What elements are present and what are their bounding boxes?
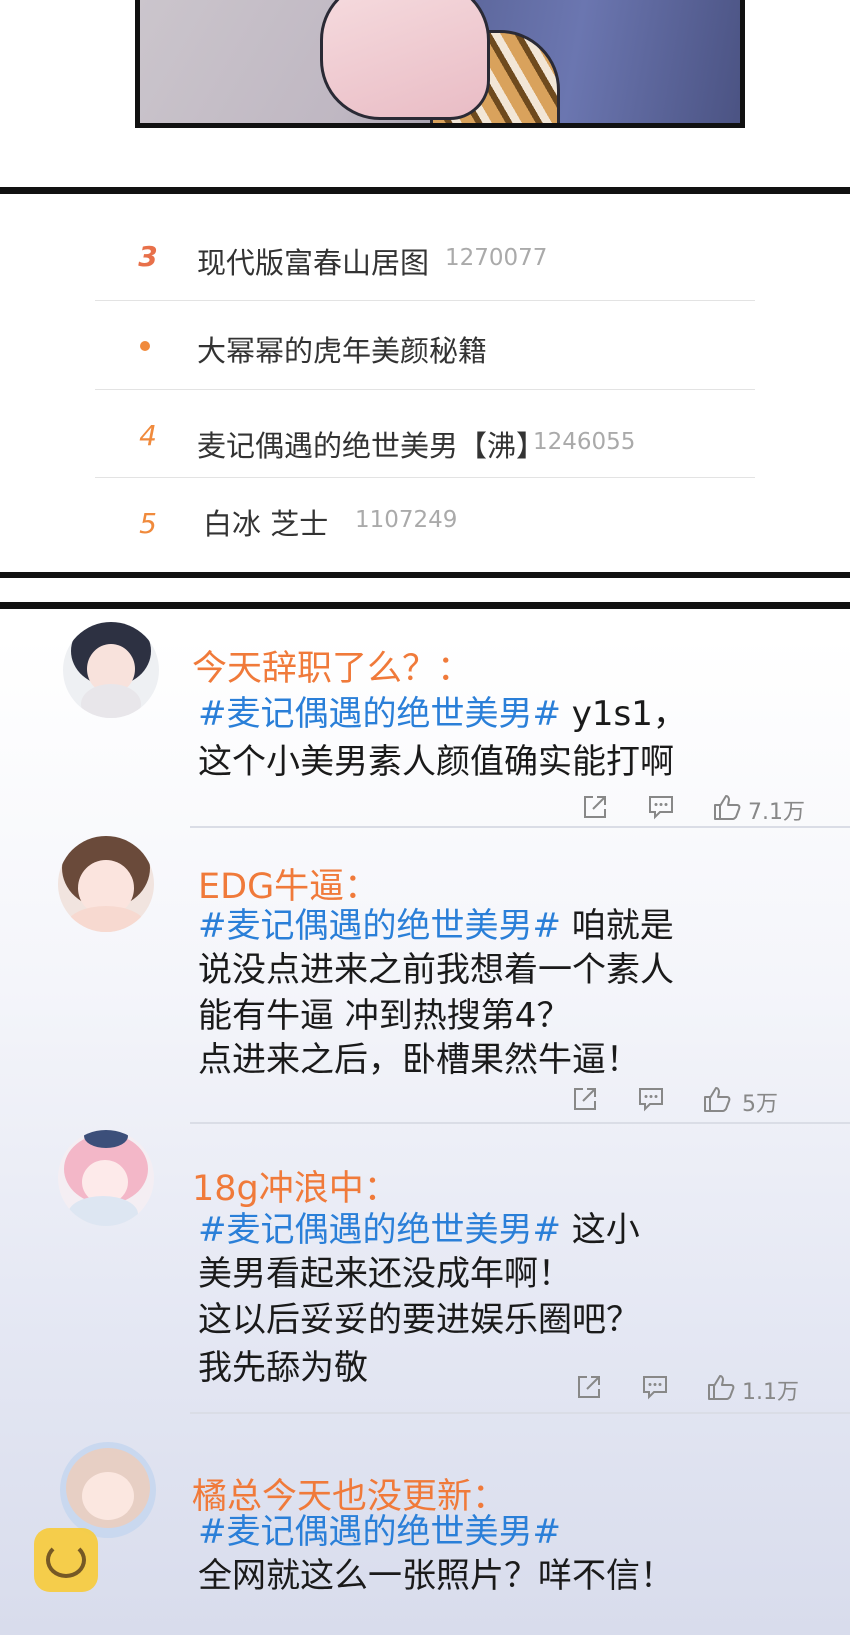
comment-text-line: 全网就这么一张照片？咩不信！ [198, 1556, 674, 1596]
comment-text: 咱就是 [560, 906, 674, 946]
panel-border-top [0, 187, 850, 194]
panel-border-bottom [0, 572, 850, 578]
divider [95, 300, 755, 301]
like-count: 1.1万 [742, 1380, 799, 1405]
comment-text-line: #麦记偶遇的绝世美男# y1s1， [198, 686, 687, 735]
hashtag-link[interactable]: #麦记偶遇的绝世美男# [198, 906, 561, 946]
comment-text: 这小 [560, 1210, 640, 1250]
divider [95, 389, 755, 390]
comment-actions: 7.1万 [580, 792, 820, 828]
panel-border-top [0, 602, 850, 609]
hot-search-item[interactable]: 4 麦记偶遇的绝世美男【沸】 1246055 [95, 391, 755, 483]
like-count: 7.1万 [748, 800, 805, 825]
rank-number: 5 [139, 507, 157, 540]
comment-username[interactable]: 今天辞职了么？： [192, 640, 472, 691]
comment-text-line: 能有牛逼 冲到热搜第4？ [198, 996, 571, 1036]
comment-text-line: #麦记偶遇的绝世美男# 这小 [198, 1202, 640, 1251]
comment-text-line: 点进来之后，卧槽果然牛逼！ [198, 1040, 640, 1080]
divider [190, 1122, 850, 1124]
divider [95, 477, 755, 478]
bullet-dot-icon [140, 341, 150, 351]
comic-hand [320, 0, 490, 120]
divider [190, 826, 850, 828]
like-count: 5万 [742, 1092, 778, 1117]
comment-text-line: 我先舔为敬 [198, 1348, 368, 1388]
comment-text-line: 这以后妥妥的要进娱乐圈吧？ [198, 1300, 640, 1340]
comment-text-line: #麦记偶遇的绝世美男# [198, 1504, 561, 1553]
hot-search-title: 现代版富春山居图 [197, 246, 430, 280]
hot-search-title: 麦记偶遇的绝世美男【沸】 [197, 429, 546, 463]
avatar[interactable] [58, 1130, 154, 1226]
hot-search-count: 1107249 [355, 507, 458, 533]
comment-text-line: 这个小美男素人颜值确实能打啊 [198, 742, 674, 782]
hashtag-link[interactable]: #麦记偶遇的绝世美男# [198, 1512, 561, 1552]
comment-text-line: 说没点进来之前我想着一个素人 [198, 950, 674, 990]
avatar[interactable] [60, 1442, 156, 1538]
rank-number: 3 [138, 240, 158, 273]
hashtag-link[interactable]: #麦记偶遇的绝世美男# [198, 1210, 561, 1250]
hot-search-title: 大幂幂的虎年美颜秘籍 [197, 334, 488, 368]
share-icon[interactable] [574, 1372, 604, 1402]
share-icon[interactable] [570, 1084, 600, 1114]
comic-panel-illustration [135, 0, 745, 128]
avatar[interactable] [58, 836, 154, 932]
hot-search-item[interactable]: 大幂幂的虎年美颜秘籍 [95, 302, 755, 394]
divider [190, 1412, 850, 1414]
watermark-logo-icon [34, 1528, 98, 1592]
comment-text-line: #麦记偶遇的绝世美男# 咱就是 [198, 898, 674, 947]
hot-search-item[interactable]: 3 现代版富春山居图 1270077 [95, 212, 755, 304]
comment-actions: 5万 [570, 1084, 810, 1120]
comment-text-line: 美男看起来还没成年啊！ [198, 1254, 572, 1294]
comment-text: y1s1， [560, 694, 687, 734]
comment-icon[interactable] [640, 1372, 670, 1402]
hot-search-count: 1246055 [533, 429, 636, 455]
comment-icon[interactable] [636, 1084, 666, 1114]
thumbs-up-icon[interactable] [712, 792, 742, 822]
hashtag-link[interactable]: #麦记偶遇的绝世美男# [198, 694, 561, 734]
share-icon[interactable] [580, 792, 610, 822]
comment-icon[interactable] [646, 792, 676, 822]
thumbs-up-icon[interactable] [706, 1372, 736, 1402]
hot-search-item[interactable]: 5 白冰 芝士 1107249 [95, 479, 755, 571]
avatar[interactable] [63, 622, 159, 718]
thumbs-up-icon[interactable] [702, 1084, 732, 1114]
hot-search-count: 1270077 [445, 245, 548, 271]
rank-number: 4 [139, 419, 157, 452]
hot-search-title: 白冰 芝士 [203, 507, 329, 541]
comment-actions: 1.1万 [574, 1372, 814, 1408]
